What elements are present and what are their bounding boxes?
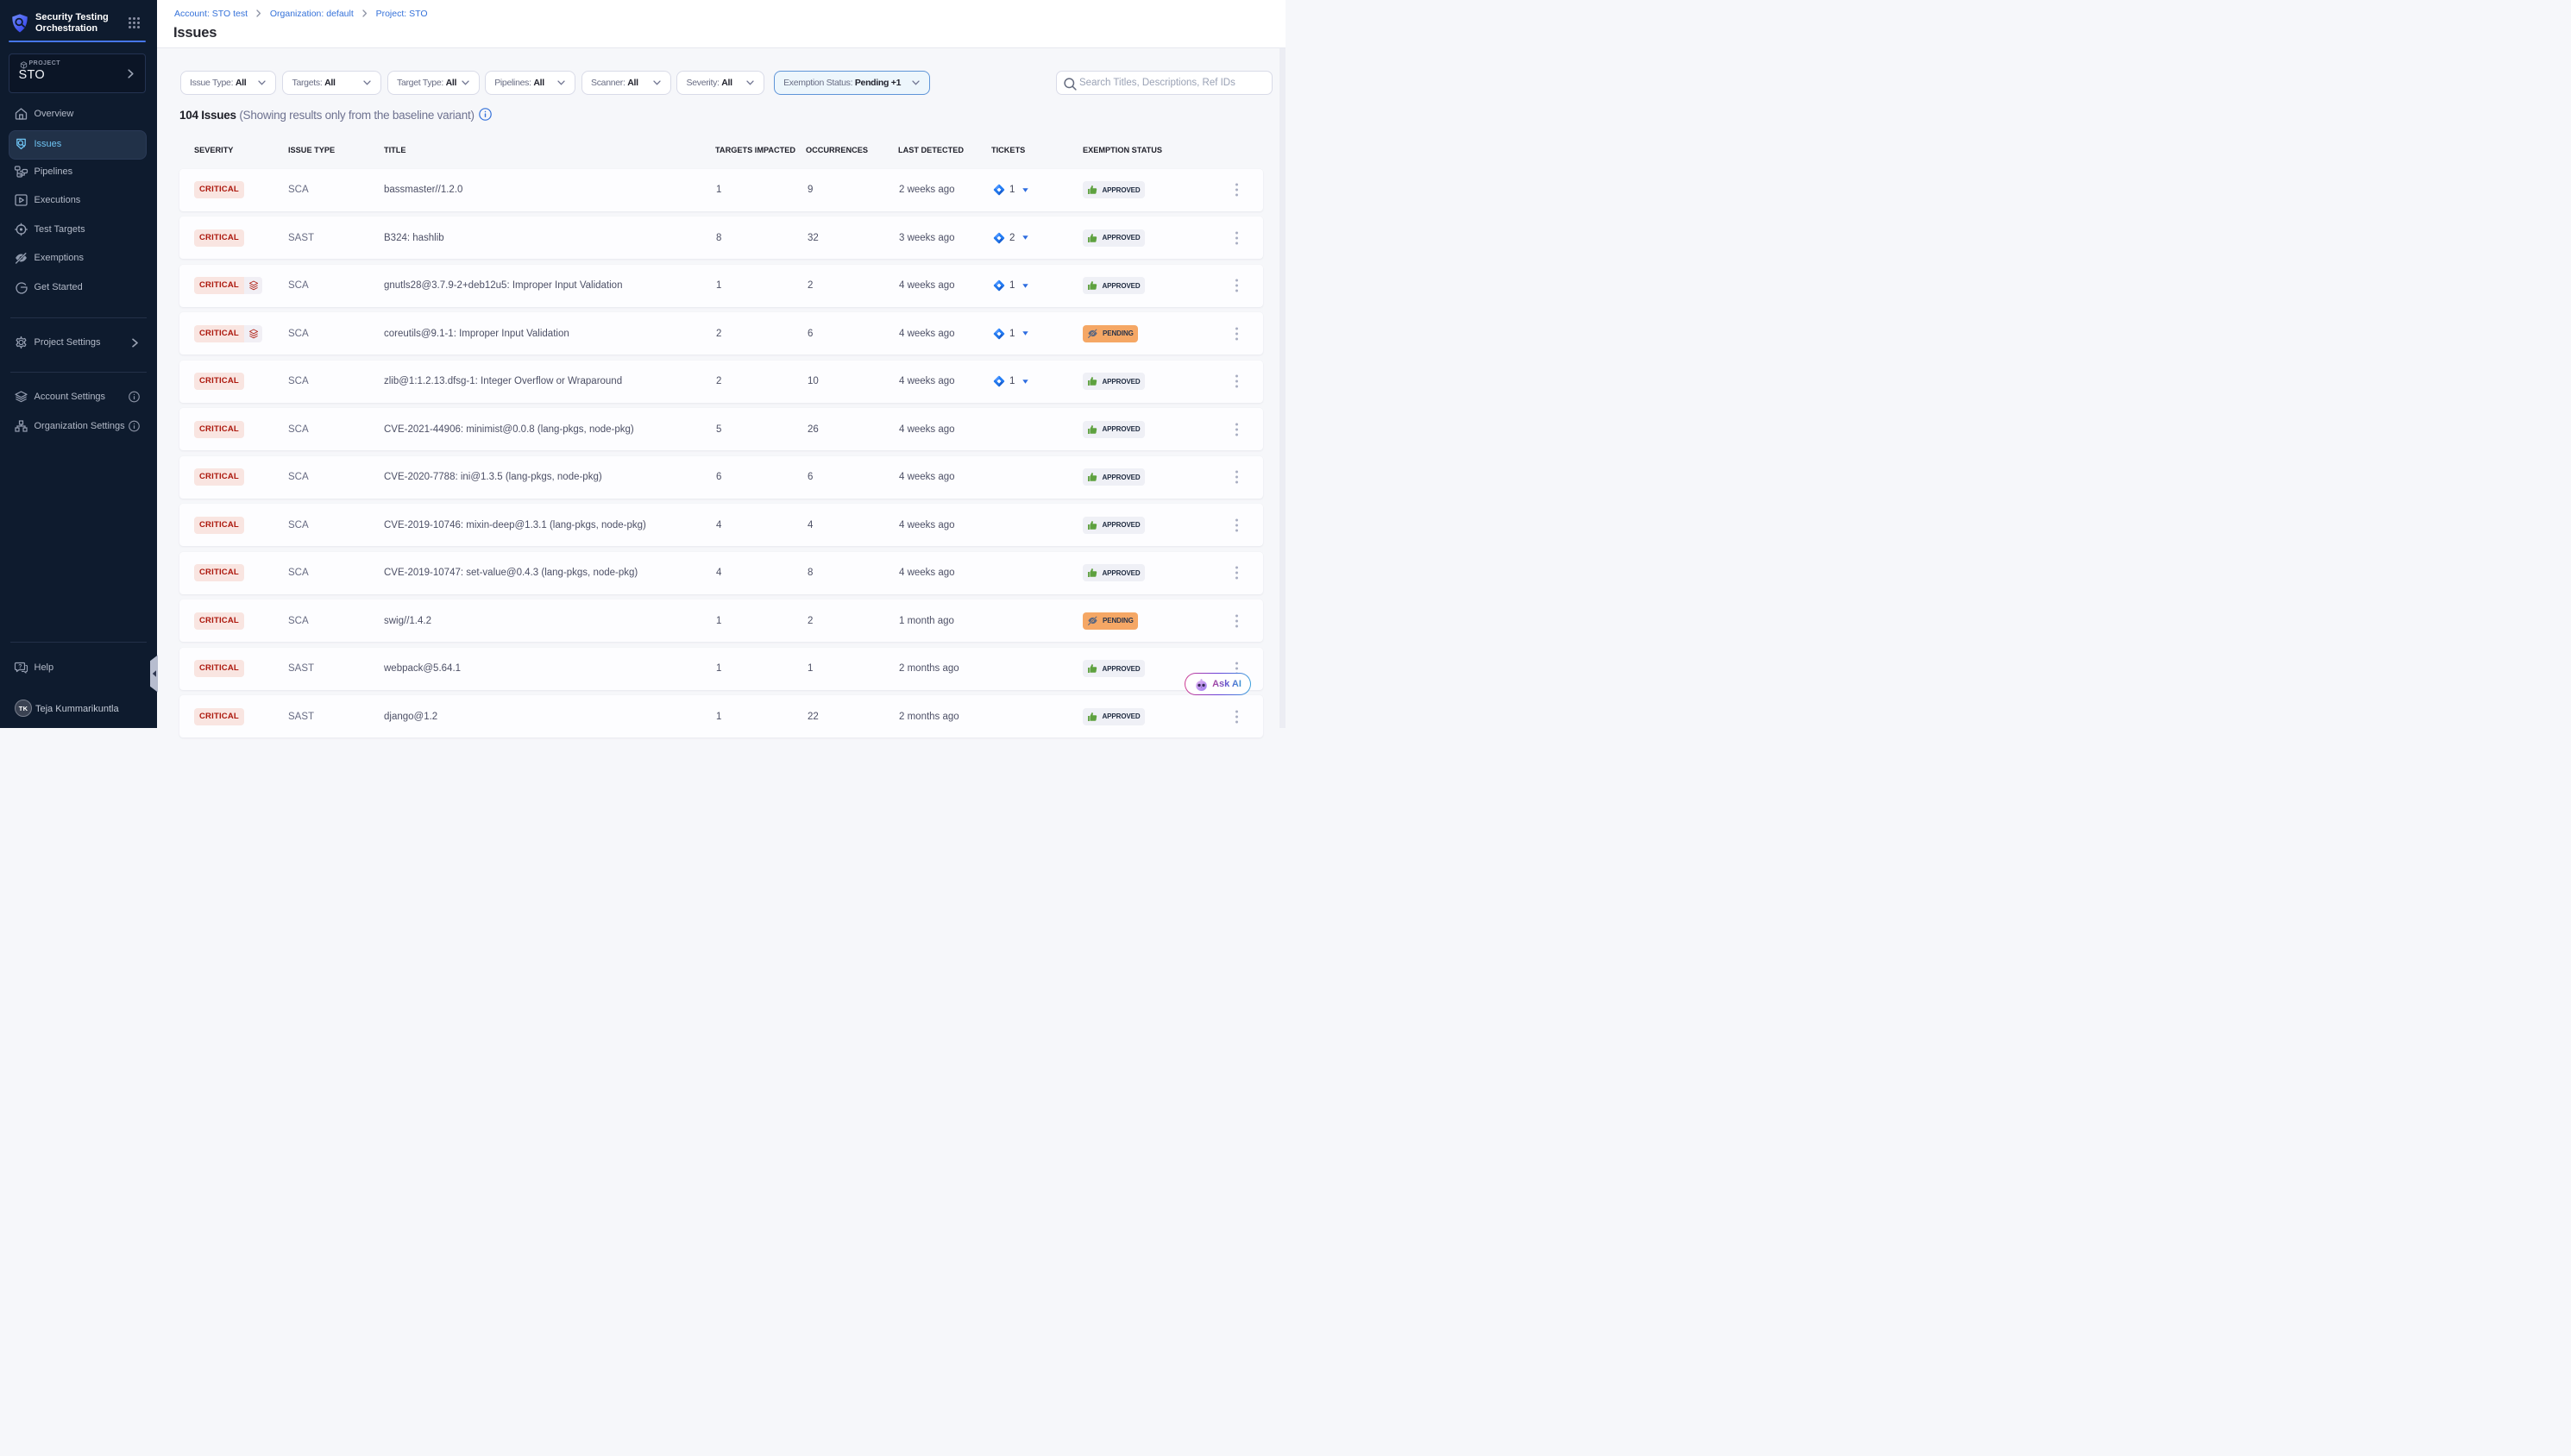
svg-text:?: ? (18, 664, 22, 670)
